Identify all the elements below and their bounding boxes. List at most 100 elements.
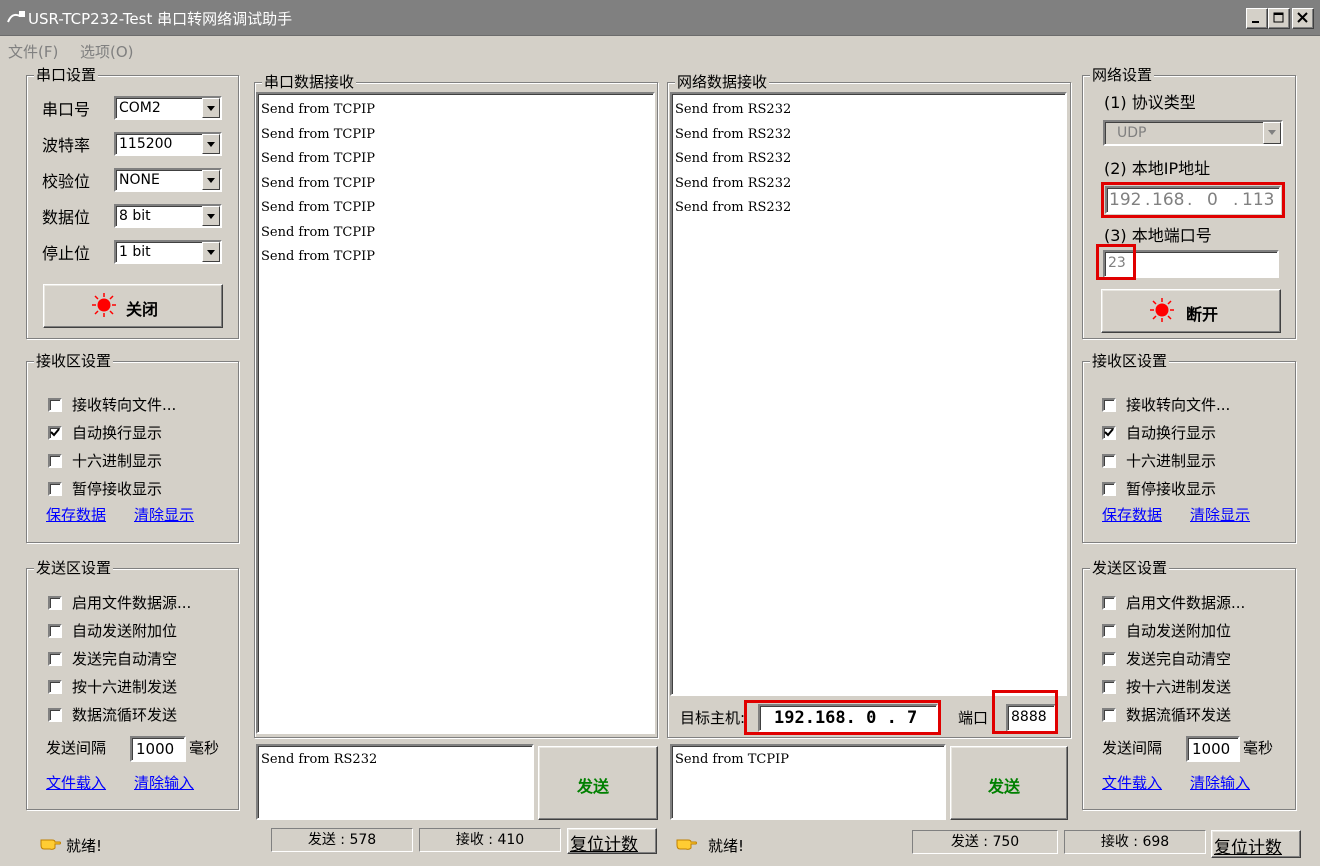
left-send-option-label: 自动发送附加位 bbox=[72, 622, 178, 640]
network-send-text: Send from TCPIP bbox=[675, 752, 789, 767]
stopbits-select[interactable]: 1 bit bbox=[114, 240, 222, 264]
menu-file[interactable]: 文件(F) bbox=[8, 41, 58, 62]
right-send-option-checkbox[interactable] bbox=[1102, 596, 1116, 610]
maximize-button[interactable] bbox=[1268, 8, 1290, 29]
network-receive-line: Send from RS232 bbox=[675, 126, 792, 142]
right-clear-display-link[interactable]: 清除显示 bbox=[1190, 506, 1250, 524]
left-interval-input[interactable]: 1000 bbox=[130, 736, 186, 762]
target-host-label: 目标主机: bbox=[680, 709, 746, 727]
chevron-down-icon[interactable] bbox=[202, 170, 220, 190]
left-receive-option-checkbox[interactable] bbox=[48, 454, 62, 468]
left-receive-option-checkbox[interactable] bbox=[48, 482, 62, 496]
serial-receive-line: Send from TCPIP bbox=[261, 200, 375, 215]
pointing-hand-icon bbox=[40, 839, 61, 850]
baud-select[interactable]: 115200 bbox=[114, 132, 222, 156]
serial-receive-area[interactable]: Send from TCPIP Send from TCPIP Send from … bbox=[256, 92, 655, 734]
right-received-count: 接收 : 698 bbox=[1064, 830, 1206, 854]
right-send-option-label: 发送完自动清空 bbox=[1126, 650, 1232, 668]
protocol-value: UDP bbox=[1117, 125, 1147, 141]
menu-options[interactable]: 选项(O) bbox=[80, 41, 134, 62]
network-send-button[interactable]: 发送 bbox=[950, 746, 1068, 820]
right-send-option-checkbox[interactable] bbox=[1102, 624, 1116, 638]
left-clear-display-link[interactable]: 清除显示 bbox=[134, 506, 194, 524]
left-send-option-checkbox[interactable] bbox=[48, 680, 62, 694]
parity-select[interactable]: NONE bbox=[114, 168, 222, 192]
right-send-option-label: 自动发送附加位 bbox=[1126, 622, 1232, 640]
local-port-highlight bbox=[1096, 244, 1136, 280]
network-receive-line: Send from RS232 bbox=[675, 102, 792, 117]
left-receive-option-checkbox[interactable] bbox=[48, 398, 62, 412]
disconnect-label: 断开 bbox=[1186, 305, 1219, 324]
right-clear-input-link[interactable]: 清除输入 bbox=[1190, 774, 1250, 792]
parity-label: 校验位 bbox=[42, 172, 91, 191]
left-send-settings-label: 发送区设置 bbox=[34, 559, 114, 577]
window-title: USR-TCP232-Test 串口转网络调试助手 bbox=[28, 10, 293, 28]
left-load-file-link[interactable]: 文件载入 bbox=[46, 774, 106, 792]
minimize-button[interactable] bbox=[1246, 8, 1268, 29]
right-receive-option-label: 自动换行显示 bbox=[1126, 424, 1217, 442]
chevron-down-icon[interactable] bbox=[202, 98, 220, 118]
title-bar: USR-TCP232-Test 串口转网络调试助手 bbox=[0, 0, 1320, 36]
baud-label: 波特率 bbox=[42, 136, 91, 155]
right-load-file-link[interactable]: 文件载入 bbox=[1102, 774, 1162, 792]
protocol-label: (1) 协议类型 bbox=[1104, 93, 1196, 112]
left-receive-option-label: 接收转向文件... bbox=[72, 396, 177, 414]
led-red-icon bbox=[1150, 298, 1174, 322]
chevron-down-icon[interactable] bbox=[1263, 122, 1281, 144]
serial-receive-line: Send from TCPIP bbox=[261, 151, 375, 166]
close-window-button[interactable] bbox=[1292, 8, 1314, 29]
left-sent-count: 发送 : 578 bbox=[271, 828, 413, 852]
right-receive-option-label: 接收转向文件... bbox=[1126, 396, 1231, 414]
port-label: 串口号 bbox=[42, 100, 91, 119]
left-send-option-checkbox[interactable] bbox=[48, 652, 62, 666]
serial-receive-line: Send from TCPIP bbox=[261, 126, 375, 142]
serial-send-label: 发送 bbox=[577, 777, 610, 796]
serial-send-area[interactable]: Send from RS232 bbox=[256, 744, 534, 820]
port-value: COM2 bbox=[119, 100, 161, 116]
close-serial-button[interactable]: 关闭 bbox=[43, 284, 223, 328]
databits-select[interactable]: 8 bit bbox=[114, 204, 222, 228]
right-send-option-label: 启用文件数据源... bbox=[1126, 594, 1246, 612]
left-clear-input-link[interactable]: 清除输入 bbox=[134, 774, 194, 792]
right-receive-option-label: 十六进制显示 bbox=[1126, 452, 1217, 470]
network-send-area[interactable]: Send from TCPIP bbox=[670, 744, 946, 820]
right-reset-count-button[interactable]: 复位计数 bbox=[1211, 830, 1301, 858]
close-icon bbox=[1297, 12, 1308, 23]
right-receive-settings-label: 接收区设置 bbox=[1090, 352, 1170, 370]
port-select[interactable]: COM2 bbox=[114, 96, 222, 120]
chevron-down-icon[interactable] bbox=[202, 242, 220, 262]
left-receive-option-checkbox[interactable] bbox=[48, 426, 62, 440]
right-receive-option-checkbox[interactable] bbox=[1102, 426, 1116, 440]
close-serial-label: 关闭 bbox=[126, 300, 159, 319]
left-save-data-link[interactable]: 保存数据 bbox=[46, 506, 106, 524]
right-send-option-checkbox[interactable] bbox=[1102, 708, 1116, 722]
left-receive-settings-label: 接收区设置 bbox=[34, 352, 114, 370]
chevron-down-icon[interactable] bbox=[202, 134, 220, 154]
right-save-data-link[interactable]: 保存数据 bbox=[1102, 506, 1162, 524]
right-send-option-label: 按十六进制发送 bbox=[1126, 678, 1232, 696]
serial-receive-line: Send from TCPIP bbox=[261, 249, 375, 264]
serial-send-button[interactable]: 发送 bbox=[538, 746, 658, 820]
target-port-label: 端口 bbox=[958, 709, 989, 727]
right-send-option-checkbox[interactable] bbox=[1102, 680, 1116, 694]
left-send-option-label: 发送完自动清空 bbox=[72, 650, 178, 668]
left-reset-count-button[interactable]: 复位计数 bbox=[567, 828, 657, 855]
protocol-select[interactable]: UDP bbox=[1103, 120, 1283, 146]
network-receive-area[interactable]: Send from RS232 Send from RS232 Send from … bbox=[670, 92, 1067, 696]
right-send-settings-label: 发送区设置 bbox=[1090, 559, 1170, 577]
right-receive-option-checkbox[interactable] bbox=[1102, 482, 1116, 496]
right-receive-option-checkbox[interactable] bbox=[1102, 398, 1116, 412]
stopbits-value: 1 bit bbox=[119, 244, 151, 260]
maximize-icon bbox=[1273, 12, 1284, 23]
left-send-option-checkbox[interactable] bbox=[48, 596, 62, 610]
left-send-option-label: 启用文件数据源... bbox=[72, 594, 192, 612]
left-send-option-checkbox[interactable] bbox=[48, 624, 62, 638]
chevron-down-icon[interactable] bbox=[202, 206, 220, 226]
right-send-option-checkbox[interactable] bbox=[1102, 652, 1116, 666]
left-status-ready: 就绪! bbox=[66, 837, 103, 855]
disconnect-button[interactable]: 断开 bbox=[1101, 289, 1281, 333]
right-interval-input[interactable]: 1000 bbox=[1186, 736, 1240, 762]
left-receive-option-label: 暂停接收显示 bbox=[72, 480, 163, 498]
right-receive-option-checkbox[interactable] bbox=[1102, 454, 1116, 468]
left-send-option-checkbox[interactable] bbox=[48, 708, 62, 722]
